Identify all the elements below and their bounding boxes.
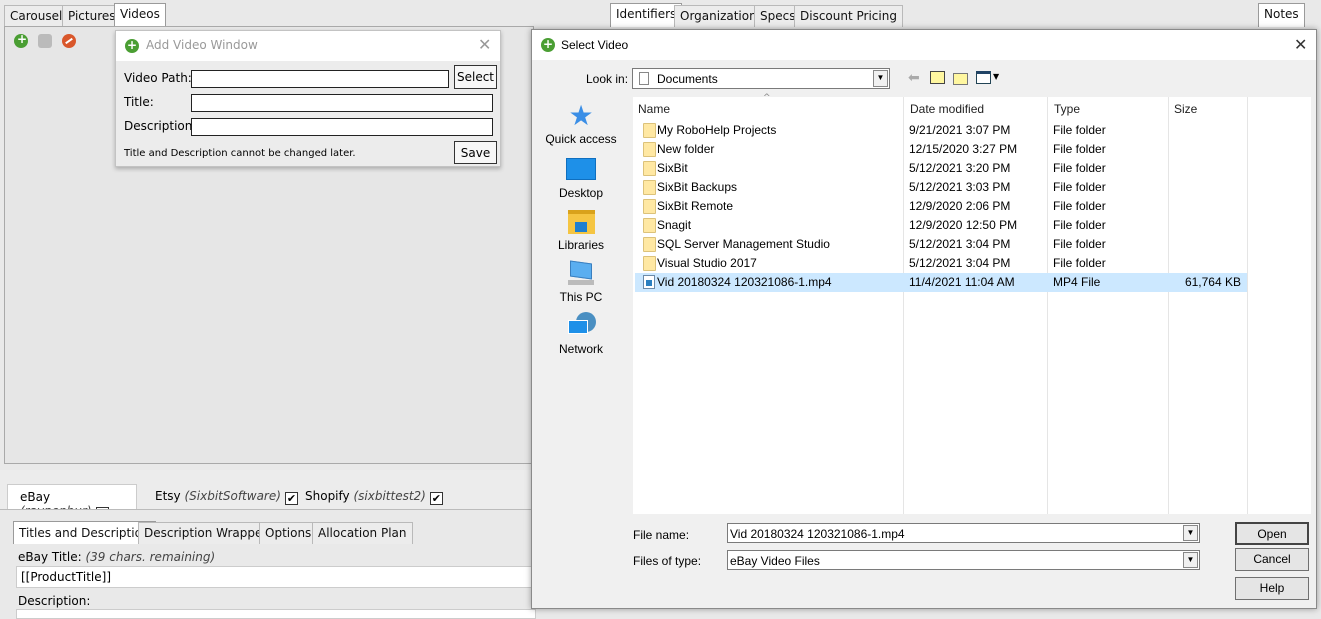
file-row[interactable]: My RoboHelp Projects 9/21/2021 3:07 PM Fil… xyxy=(635,121,1247,140)
open-button[interactable]: Open xyxy=(1235,522,1309,545)
tab-identifiers[interactable]: Identifiers xyxy=(610,3,683,27)
add-icon[interactable]: + xyxy=(14,32,28,48)
select-button[interactable]: Select xyxy=(454,65,497,89)
chevron-down-icon[interactable]: ▼ xyxy=(873,70,888,87)
marketplace-tab-shopify[interactable]: Shopify (sixbittest2) ✔ xyxy=(305,489,443,505)
libraries-icon xyxy=(564,208,598,238)
nav-this-pc[interactable]: This PC xyxy=(540,260,622,304)
tab-organization[interactable]: Organization xyxy=(674,5,763,27)
folder-icon xyxy=(643,199,656,214)
marketplace-name: Etsy xyxy=(155,489,181,503)
folder-icon xyxy=(643,256,656,271)
file-row[interactable]: New folder 12/15/2020 3:27 PM File folder xyxy=(635,140,1247,159)
video-file-icon xyxy=(643,275,655,289)
dialog-title: Select Video xyxy=(561,38,629,52)
subtab-description-wrapper[interactable]: Description Wrapper xyxy=(138,522,274,544)
network-icon xyxy=(564,312,598,342)
nav-quick-access[interactable]: ★ Quick access xyxy=(540,100,622,147)
tab-pictures[interactable]: Pictures xyxy=(62,5,122,27)
desktop-icon xyxy=(564,156,598,186)
chevron-down-icon[interactable]: ▼ xyxy=(1183,552,1198,568)
computer-icon xyxy=(564,260,598,290)
tab-notes[interactable]: Notes xyxy=(1258,3,1305,27)
warning-note: Title and Description cannot be changed … xyxy=(124,148,356,159)
folder-icon xyxy=(643,142,656,157)
cancel-button[interactable]: Cancel xyxy=(1235,548,1309,571)
folder-icon xyxy=(643,237,656,252)
close-icon[interactable]: ✕ xyxy=(1294,35,1307,54)
look-in-combo[interactable]: Documents ▼ xyxy=(632,68,890,89)
marketplace-name: eBay xyxy=(20,490,51,504)
chevron-down-icon[interactable]: ▼ xyxy=(1183,525,1198,541)
remove-icon[interactable] xyxy=(62,34,76,48)
sort-ascending-icon: ^ xyxy=(763,93,771,103)
description-input[interactable] xyxy=(191,118,493,136)
file-row-selected[interactable]: Vid 20180324 120321086-1.mp4 11/4/2021 11… xyxy=(635,273,1247,292)
tab-discount-pricing[interactable]: Discount Pricing xyxy=(794,5,903,27)
file-name-input[interactable]: Vid 20180324 120321086-1.mp4 ▼ xyxy=(727,523,1200,543)
marketplace-checkbox[interactable]: ✔ xyxy=(429,492,443,505)
close-icon[interactable]: ✕ xyxy=(478,35,491,54)
folder-icon xyxy=(643,218,656,233)
nav-network[interactable]: Network xyxy=(540,312,622,356)
ebay-title-input[interactable]: [[ProductTitle]] xyxy=(16,566,536,588)
folder-icon xyxy=(643,123,656,138)
title-input[interactable] xyxy=(191,94,493,112)
tab-carousel[interactable]: Carousel xyxy=(4,5,69,27)
settings-icon[interactable] xyxy=(38,34,52,48)
ebay-title-label: eBay Title: (39 chars. remaining) xyxy=(18,550,216,564)
subtab-allocation-plan[interactable]: Allocation Plan xyxy=(312,522,413,544)
back-icon[interactable]: ⬅ xyxy=(908,70,920,86)
marketplace-account: (SixbitSoftware) xyxy=(184,489,281,503)
marketplace-name: Shopify xyxy=(305,489,350,503)
file-row[interactable]: Visual Studio 2017 5/12/2021 3:04 PM File … xyxy=(635,254,1247,273)
tab-videos[interactable]: Videos xyxy=(114,3,166,27)
subtab-titles-description[interactable]: Titles and Description xyxy=(13,521,156,544)
marketplace-tab-etsy[interactable]: Etsy (SixbitSoftware) ✔ xyxy=(155,489,298,505)
title-label: Title: xyxy=(124,95,154,109)
file-name-label: File name: xyxy=(633,528,690,542)
file-row[interactable]: SixBit Remote 12/9/2020 2:06 PM File folde… xyxy=(635,197,1247,216)
nav-desktop[interactable]: Desktop xyxy=(540,156,622,200)
description-label: Description: xyxy=(18,594,91,608)
subtab-options[interactable]: Options xyxy=(259,522,318,544)
video-path-input[interactable] xyxy=(191,70,449,88)
new-folder-icon[interactable] xyxy=(953,73,968,85)
add-video-window: + Add Video Window ✕ Video Path: Select … xyxy=(115,30,501,167)
select-video-dialog: + Select Video ✕ Look in: Documents ▼ ⬅ … xyxy=(531,29,1317,609)
marketplace-checkbox[interactable]: ✔ xyxy=(284,492,298,505)
star-icon: ★ xyxy=(568,100,594,131)
description-input[interactable] xyxy=(16,609,536,619)
documents-icon xyxy=(639,72,649,85)
look-in-label: Look in: xyxy=(586,72,629,86)
file-list[interactable]: ^ Name Date modified Type Size My RoboHe… xyxy=(633,93,1311,514)
column-header-size[interactable]: Size xyxy=(1174,102,1197,116)
chevron-down-icon[interactable]: ▼ xyxy=(993,72,999,81)
files-of-type-label: Files of type: xyxy=(633,554,702,568)
files-of-type-select[interactable]: eBay Video Files ▼ xyxy=(727,550,1200,570)
column-header-date[interactable]: Date modified xyxy=(910,102,984,116)
folder-icon xyxy=(643,180,656,195)
look-in-value: Documents xyxy=(657,72,718,86)
window-title: Add Video Window xyxy=(146,38,258,52)
view-menu-icon[interactable] xyxy=(976,71,991,84)
column-header-type[interactable]: Type xyxy=(1054,102,1080,116)
add-icon: + xyxy=(125,38,139,53)
file-row[interactable]: Snagit 12/9/2020 12:50 PM File folder xyxy=(635,216,1247,235)
add-icon: + xyxy=(541,37,555,52)
nav-libraries[interactable]: Libraries xyxy=(540,208,622,252)
save-button[interactable]: Save xyxy=(454,141,497,164)
folder-icon xyxy=(643,161,656,176)
description-label: Description: xyxy=(124,119,197,133)
file-row[interactable]: SQL Server Management Studio 5/12/2021 3:… xyxy=(635,235,1247,254)
file-row[interactable]: SixBit Backups 5/12/2021 3:03 PM File fold… xyxy=(635,178,1247,197)
file-row[interactable]: SixBit 5/12/2021 3:20 PM File folder xyxy=(635,159,1247,178)
up-folder-icon[interactable] xyxy=(930,71,945,84)
column-header-name[interactable]: Name xyxy=(638,102,670,116)
marketplace-account: (sixbittest2) xyxy=(353,489,426,503)
help-button[interactable]: Help xyxy=(1235,577,1309,600)
marketplace-tab-ebay[interactable]: eBay (raypenbur)✔ xyxy=(7,484,137,520)
video-path-label: Video Path: xyxy=(124,71,192,85)
